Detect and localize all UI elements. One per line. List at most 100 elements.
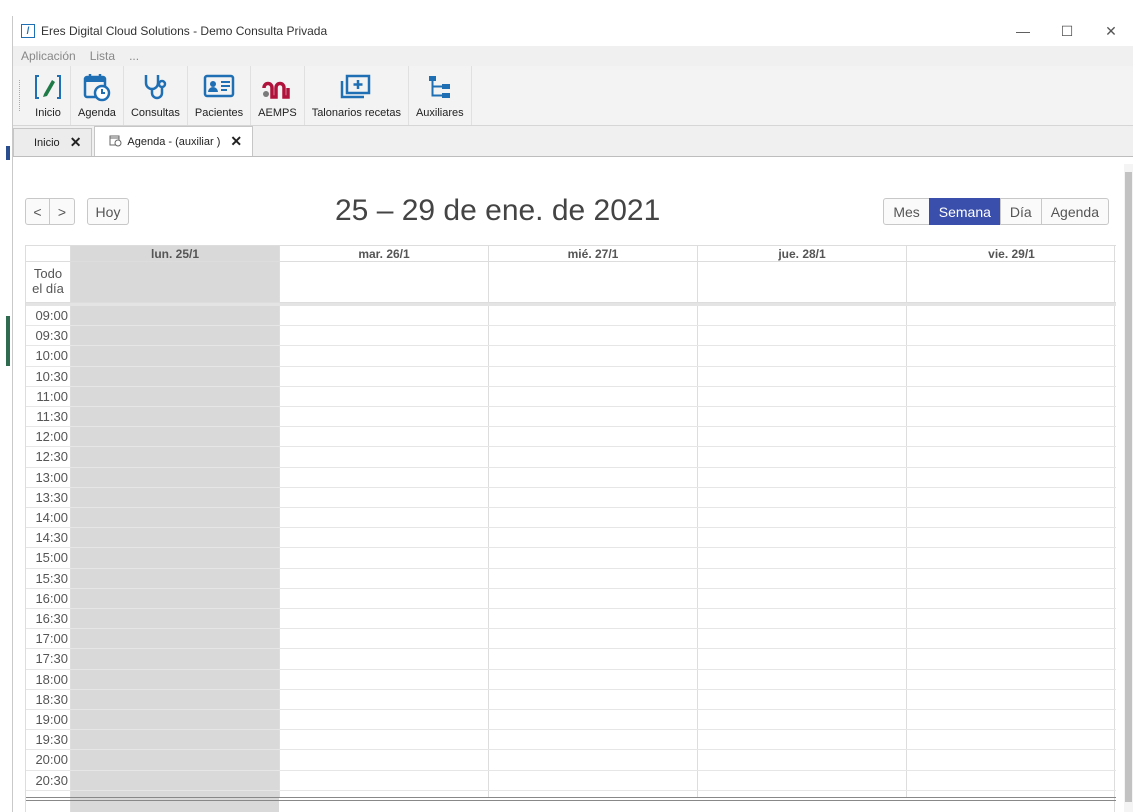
app-window: / Eres Digital Cloud Solutions - Demo Co… [12,16,1133,812]
time-slot-row[interactable]: 16:30 [26,609,1116,630]
time-slot-row[interactable]: 11:00 [26,387,1116,407]
time-slot-row[interactable]: 15:00 [26,548,1116,569]
ribbon-toolbar: Inicio Agenda Consultas Pacientes AEMPS [13,66,1133,126]
time-slot-row[interactable]: 10:30 [26,367,1116,387]
maximize-button[interactable]: ☐ [1045,16,1089,46]
ribbon-auxiliares-button[interactable]: Auxiliares [409,66,472,125]
ribbon-agenda-button[interactable]: Agenda [71,66,124,125]
close-tab-icon[interactable]: ✕ [230,133,242,150]
agenda-content: < > Hoy Mes Semana Día Agenda 25 – 29 de… [13,158,1133,812]
time-slot-row[interactable]: 09:00 [26,306,1116,327]
view-switcher: Mes Semana Día Agenda [883,198,1109,225]
ribbon-consultas-label: Consultas [130,107,180,119]
menu-lista[interactable]: Lista [90,49,115,63]
time-label: 13:00 [35,469,68,485]
title-bar: / Eres Digital Cloud Solutions - Demo Co… [13,16,1133,46]
time-label: 11:30 [36,409,68,424]
aemps-logo-icon [262,72,292,102]
time-slot-row[interactable]: 17:30 [26,649,1116,670]
ribbon-talonarios-label: Talonarios recetas [311,107,401,119]
day-header-row: lun. 25/1 mar. 26/1 mié. 27/1 jue. 28/1 … [26,245,1116,262]
time-label: 18:30 [35,691,68,707]
day-header: mié. 27/1 [488,246,697,262]
time-slots[interactable]: 09:00 09:30 10:00 10:30 11:00 11:30 12:00 12:30… [26,306,1116,796]
week-grid: lun. 25/1 mar. 26/1 mié. 27/1 jue. 28/1 … [25,245,1116,812]
ribbon-agenda-label: Agenda [78,107,116,119]
tab-inicio[interactable]: Inicio ✕ [13,128,93,156]
scrollbar-thumb[interactable] [1125,172,1132,802]
time-label: 11:00 [36,388,68,404]
calendar-clock-icon [109,134,122,150]
ribbon-consultas-button[interactable]: Consultas [124,66,188,125]
time-label: 20:30 [35,772,68,788]
time-label: 15:30 [35,570,68,586]
all-day-row[interactable]: Todo el día [26,262,1116,303]
id-card-icon [203,72,235,102]
view-agenda-button[interactable]: Agenda [1040,198,1109,225]
time-label: 15:00 [35,550,68,566]
time-label: 14:00 [35,510,68,525]
time-slot-row[interactable]: 19:00 [26,710,1116,731]
time-label: 12:30 [35,449,68,465]
window-title: Eres Digital Cloud Solutions - Demo Cons… [41,24,328,38]
time-slot-row[interactable]: 12:00 [26,427,1116,448]
tab-inicio-label: Inicio [34,136,60,149]
time-slot-row[interactable]: 20:00 [26,750,1116,771]
today-button[interactable]: Hoy [87,198,129,225]
ribbon-aemps-label: AEMPS [258,107,297,119]
ribbon-inicio-button[interactable]: Inicio [26,66,71,125]
ribbon-pacientes-button[interactable]: Pacientes [188,66,252,125]
day-header: lun. 25/1 [70,246,279,262]
tree-icon [425,72,455,102]
time-slot-row[interactable]: 14:30 [26,528,1116,549]
stethoscope-icon [140,72,170,102]
time-label: 17:00 [35,631,68,647]
time-slot-row[interactable]: 15:30 [26,569,1116,589]
calendar-title: 25 – 29 de ene. de 2021 [335,194,661,227]
all-day-label-line: el día [32,281,64,296]
next-week-button[interactable]: > [49,198,75,225]
tab-agenda-label: Agenda - (auxiliar ) [127,135,221,148]
time-slot-row[interactable]: 16:00 [26,589,1116,609]
time-slot-row[interactable]: 13:30 [26,488,1116,508]
screen-top-strip [0,0,1133,16]
grid-bottom-border [26,797,1116,801]
ribbon-auxiliares-label: Auxiliares [415,107,464,119]
time-slot-row[interactable]: 12:30 [26,447,1116,468]
folder-plus-icon [339,72,373,102]
ribbon-pacientes-label: Pacientes [194,107,244,119]
time-slot-row[interactable]: 19:30 [26,730,1116,751]
prev-week-button[interactable]: < [25,198,50,225]
time-label: 14:30 [35,530,68,546]
close-button[interactable]: ✕ [1089,16,1133,46]
ribbon-aemps-button[interactable]: AEMPS [251,66,305,125]
view-day-button[interactable]: Día [999,198,1042,225]
menu-more[interactable]: ... [129,49,139,63]
close-tab-icon[interactable]: ✕ [70,134,82,151]
minimize-button[interactable]: — [1001,16,1045,46]
time-slot-row[interactable]: 17:00 [26,629,1116,650]
ribbon-talonarios-button[interactable]: Talonarios recetas [305,66,409,125]
vertical-scrollbar[interactable] [1124,164,1133,812]
time-slot-row[interactable]: 09:30 [26,326,1116,347]
time-label: 20:00 [35,752,68,768]
time-slot-row[interactable]: 10:00 [26,346,1116,367]
view-week-button[interactable]: Semana [928,198,1001,225]
time-slot-row[interactable]: 18:30 [26,690,1116,710]
time-label: 09:00 [35,308,68,323]
time-label: 12:00 [35,429,68,445]
time-label: 10:30 [35,368,68,384]
time-slot-row[interactable]: 13:00 [26,468,1116,488]
menu-aplicacion[interactable]: Aplicación [21,49,76,63]
ribbon-grip[interactable] [19,80,22,111]
time-label: 19:30 [35,732,68,748]
background-desktop-edge [0,16,12,812]
view-month-button[interactable]: Mes [883,198,930,225]
time-slot-row[interactable]: 11:30 [26,407,1116,428]
time-label: 17:30 [35,651,68,667]
tab-agenda[interactable]: Agenda - (auxiliar ) ✕ [94,126,254,156]
time-slot-row[interactable]: 18:00 [26,670,1116,690]
time-slot-row[interactable]: 14:00 [26,508,1116,529]
time-slot-row[interactable]: 20:30 [26,771,1116,791]
day-header: vie. 29/1 [906,246,1116,262]
